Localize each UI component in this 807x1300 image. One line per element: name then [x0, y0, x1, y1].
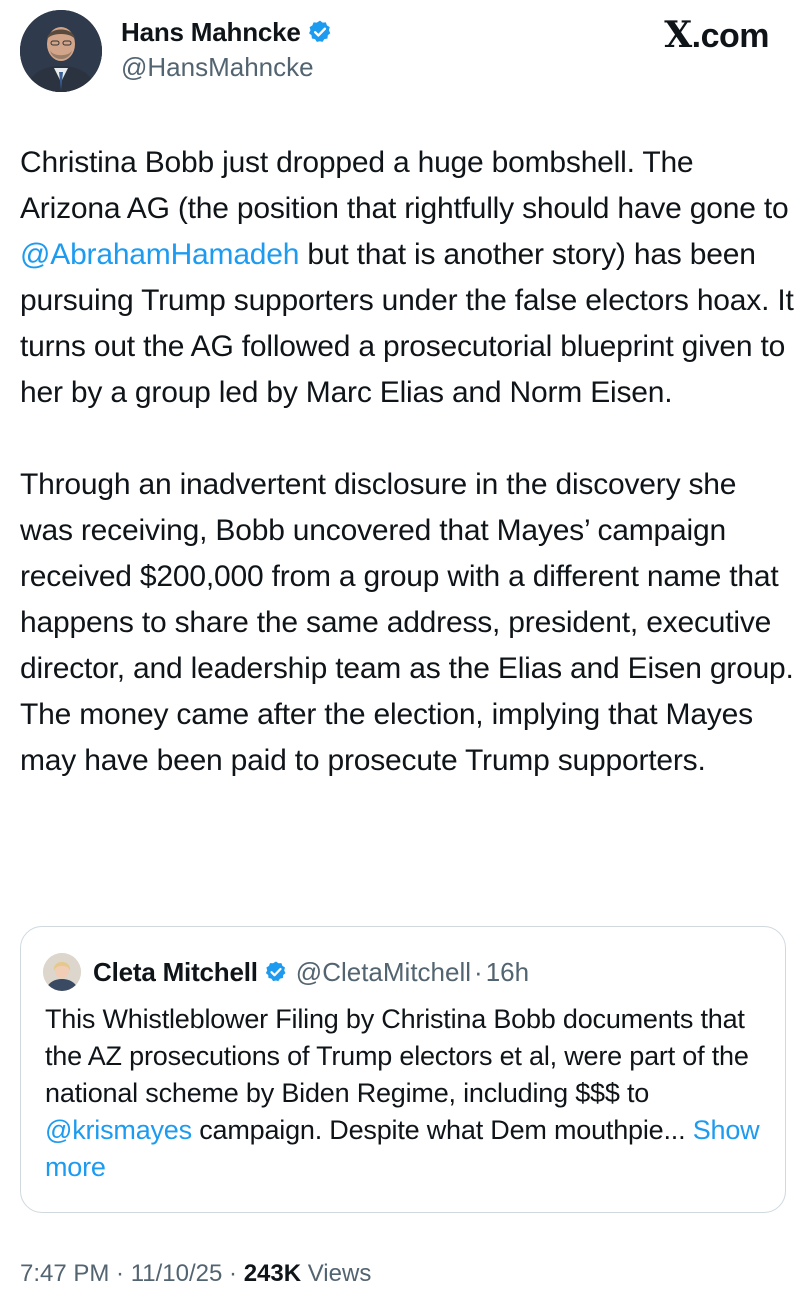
- tweet-paragraph-1-start: Christina Bobb just dropped a huge bombs…: [20, 146, 789, 225]
- quote-text: This Whistleblower Filing by Christina B…: [45, 1001, 769, 1186]
- author-handle[interactable]: @HansMahncke: [121, 52, 314, 83]
- views-count[interactable]: 243K: [244, 1260, 301, 1287]
- tweet-date[interactable]: 11/10/25: [131, 1260, 223, 1287]
- author-avatar[interactable]: [20, 10, 102, 92]
- quote-author-avatar[interactable]: [43, 953, 81, 991]
- quote-header: Cleta Mitchell @CletaMitchell · 16h: [93, 953, 529, 991]
- quote-author-name[interactable]: Cleta Mitchell: [93, 957, 258, 988]
- quoted-tweet-card[interactable]: Cleta Mitchell @CletaMitchell · 16h This…: [20, 926, 786, 1213]
- mention-link-krismayes[interactable]: @krismayes: [45, 1115, 192, 1145]
- quote-text-end: campaign. Despite what Dem mouthpie...: [191, 1115, 686, 1145]
- verified-badge-icon: [307, 19, 333, 45]
- tweet-header: Hans Mahncke @HansMahncke X.com: [0, 0, 807, 110]
- author-avatar-image: [20, 10, 102, 92]
- quote-author-avatar-image: [43, 953, 81, 991]
- tweet-paragraph-1: Christina Bobb just dropped a huge bombs…: [20, 140, 795, 416]
- mention-link-abrahamhamadeh[interactable]: @AbrahamHamadeh: [20, 238, 299, 271]
- tweet-text: Christina Bobb just dropped a huge bombs…: [20, 140, 795, 830]
- tweet-paragraph-2: Through an inadvertent disclosure in the…: [20, 468, 794, 777]
- x-logo-suffix: .com: [691, 17, 770, 55]
- author-name[interactable]: Hans Mahncke: [121, 17, 301, 48]
- quote-text-start: This Whistleblower Filing by Christina B…: [45, 1004, 749, 1108]
- author-name-row: Hans Mahncke: [121, 14, 333, 50]
- quote-timestamp[interactable]: 16h: [486, 957, 529, 988]
- x-logo-icon: X: [664, 14, 692, 56]
- quote-verified-badge-icon: [264, 960, 288, 984]
- tweet-time[interactable]: 7:47 PM: [20, 1260, 109, 1287]
- tweet-meta: 7:47 PM · 11/10/25 · 243K Views: [20, 1260, 371, 1288]
- views-label: Views: [301, 1260, 372, 1287]
- meta-separator-2: ·: [222, 1260, 244, 1287]
- quote-author-handle[interactable]: @CletaMitchell: [296, 957, 471, 988]
- x-logo: X.com: [664, 14, 769, 56]
- quote-separator: ·: [474, 956, 483, 987]
- meta-separator-1: ·: [109, 1260, 131, 1287]
